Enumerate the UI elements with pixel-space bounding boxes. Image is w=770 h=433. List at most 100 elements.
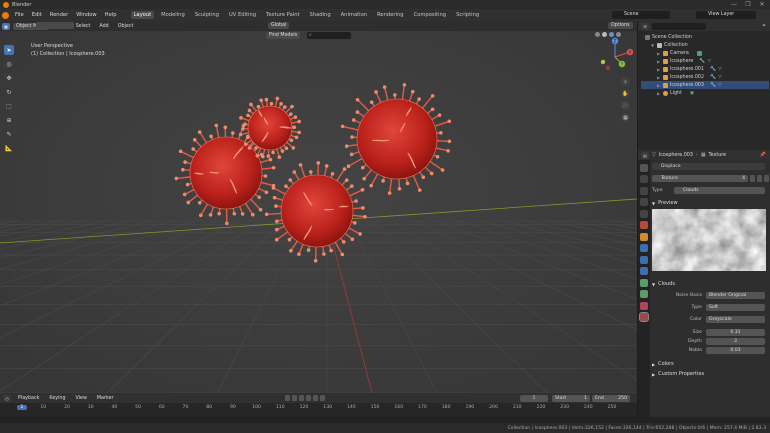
- data-tab-icon[interactable]: [640, 290, 648, 298]
- scene-tab-icon[interactable]: [640, 209, 648, 218]
- menu-help[interactable]: Help: [103, 12, 119, 18]
- tab-rendering[interactable]: Rendering: [374, 11, 407, 19]
- mesh-data-icon[interactable]: ▽: [718, 75, 722, 80]
- tool-tab-icon[interactable]: [640, 163, 648, 172]
- maximize-button[interactable]: ❐: [741, 0, 755, 9]
- modifier-wrench-icon[interactable]: 🔧: [710, 75, 716, 80]
- tab-animation[interactable]: Animation: [338, 11, 370, 19]
- tab-uv-editing[interactable]: UV Editing: [226, 11, 259, 19]
- object-tab-icon[interactable]: [640, 232, 648, 241]
- timeline-editor-icon[interactable]: ◷: [3, 394, 11, 402]
- play-reverse-icon[interactable]: [299, 395, 304, 401]
- orientation-dropdown[interactable]: Global: [268, 22, 290, 29]
- tab-layout[interactable]: Layout: [130, 11, 155, 19]
- next-keyframe-icon[interactable]: [313, 395, 318, 401]
- jump-end-icon[interactable]: [320, 395, 325, 401]
- select-tool-icon[interactable]: ➤: [4, 45, 14, 55]
- outliner-row-icosphere-002[interactable]: ▶ Icosphere.002 🔧 ▽: [641, 73, 769, 81]
- play-icon[interactable]: [306, 395, 311, 401]
- menu-file[interactable]: File: [13, 12, 26, 18]
- annotate-tool-icon[interactable]: ✎: [4, 129, 14, 139]
- outliner-search-input[interactable]: [652, 22, 706, 30]
- mesh-data-icon[interactable]: ▽: [718, 83, 722, 88]
- jump-start-icon[interactable]: [285, 395, 290, 401]
- transform-tool-icon[interactable]: ⊕: [4, 115, 14, 125]
- fake-user-icon[interactable]: [750, 175, 755, 182]
- outliner-row-camera[interactable]: ▶ Camera: [641, 49, 769, 57]
- texture-user-dropdown[interactable]: Displace: [652, 163, 765, 170]
- modifier-wrench-icon[interactable]: 🔧: [699, 59, 705, 64]
- outliner-editor-icon[interactable]: ☰: [641, 22, 649, 30]
- material-tab-icon[interactable]: [640, 301, 648, 310]
- properties-editor-icon[interactable]: ▤: [641, 151, 649, 159]
- 3d-viewport[interactable]: ▦ Object Mode View Select Add Object Glo…: [0, 21, 637, 393]
- texture-datablock-field[interactable]: Texture 4: [652, 175, 748, 182]
- tab-shading[interactable]: Shading: [307, 11, 334, 19]
- output-tab-icon[interactable]: [640, 186, 648, 195]
- editor-type-icon[interactable]: ▦: [2, 22, 10, 30]
- timeline-ruler[interactable]: 1 10 20 30 40 50 60 70 80 90 100 110 120 130 140 150 160…: [0, 404, 637, 412]
- render-tab-icon[interactable]: [640, 175, 648, 183]
- viewport-canvas[interactable]: [0, 21, 637, 393]
- expand-icon[interactable]: ▼: [651, 43, 655, 48]
- grid-view-icon[interactable]: ▦: [621, 113, 630, 122]
- tab-modeling[interactable]: Modeling: [158, 11, 188, 19]
- preview-section-header[interactable]: ▼ Preview: [652, 200, 678, 206]
- options-dropdown[interactable]: Options: [608, 22, 633, 29]
- menu-select[interactable]: Select: [73, 23, 94, 30]
- search-input[interactable]: [307, 32, 351, 39]
- view-layer-tab-icon[interactable]: [640, 198, 648, 206]
- outliner-row-icosphere-001[interactable]: ▶ Icosphere.001 🔧 ▽: [641, 65, 769, 73]
- outliner-row-icosphere[interactable]: ▶ Icosphere 🔧 ▽: [641, 57, 769, 65]
- selection-mode-buttons[interactable]: [36, 22, 74, 29]
- noise-basis-dropdown[interactable]: Blender Original: [706, 292, 765, 299]
- navigation-gizmo[interactable]: X Z Y: [598, 37, 636, 77]
- unlink-icon[interactable]: [764, 175, 769, 182]
- scale-tool-icon[interactable]: ⬚: [4, 101, 14, 111]
- texture-type-dropdown[interactable]: Clouds: [674, 187, 765, 194]
- pin-icon[interactable]: 📌: [760, 152, 766, 158]
- nabla-field[interactable]: 0.03: [706, 347, 765, 354]
- menu-window[interactable]: Window: [74, 12, 98, 18]
- filter-icon[interactable]: ⏷: [762, 23, 766, 29]
- tab-sculpting[interactable]: Sculpting: [192, 11, 222, 19]
- zoom-icon[interactable]: ⌕: [621, 77, 630, 86]
- outliner-row-collection[interactable]: ▼ Collection: [641, 41, 769, 49]
- colors-section-header[interactable]: ▶ Colors: [652, 361, 674, 367]
- size-field[interactable]: 0.31: [706, 329, 765, 336]
- blender-menu-icon[interactable]: [2, 11, 9, 19]
- clouds-section-header[interactable]: ▼ Clouds: [652, 281, 675, 287]
- end-frame-field[interactable]: End 250: [592, 395, 630, 402]
- tab-scripting[interactable]: Scripting: [453, 11, 482, 19]
- minimize-button[interactable]: —: [727, 0, 741, 9]
- noise-type-dropdown[interactable]: Soft: [706, 304, 765, 311]
- menu-edit[interactable]: Edit: [30, 12, 44, 18]
- outliner-row-icosphere-003[interactable]: ▶ Icosphere.003 🔧 ▽: [641, 81, 769, 89]
- current-frame-field[interactable]: 1: [520, 395, 548, 402]
- start-frame-field[interactable]: Start 1: [552, 395, 590, 402]
- mesh-data-icon[interactable]: ▽: [707, 59, 711, 64]
- physics-tab-icon[interactable]: [640, 267, 648, 275]
- new-texture-icon[interactable]: [757, 175, 762, 182]
- tab-compositing[interactable]: Compositing: [411, 11, 450, 19]
- camera-view-icon[interactable]: 🎥: [621, 101, 630, 110]
- close-button[interactable]: ✕: [755, 0, 769, 9]
- rotate-tool-icon[interactable]: ↻: [4, 87, 14, 97]
- tab-texture-paint[interactable]: Texture Paint: [263, 11, 302, 19]
- texture-tab-icon-active[interactable]: [639, 312, 649, 322]
- mesh-data-icon[interactable]: ▽: [718, 67, 722, 72]
- menu-view-timeline[interactable]: View: [73, 395, 90, 402]
- modifiers-tab-icon[interactable]: [640, 244, 648, 252]
- menu-playback[interactable]: Playback: [15, 395, 42, 402]
- menu-add[interactable]: Add: [96, 23, 111, 30]
- outliner-row-light[interactable]: ▶ Light ◉: [641, 89, 769, 97]
- camera-data-icon[interactable]: [696, 50, 702, 56]
- find-models-dropdown[interactable]: Find Models: [266, 32, 301, 39]
- menu-keying[interactable]: Keying: [46, 395, 68, 402]
- menu-render[interactable]: Render: [48, 12, 70, 18]
- modifier-wrench-icon[interactable]: 🔧: [710, 67, 716, 72]
- view-layer-selector[interactable]: View Layer: [696, 11, 756, 19]
- measure-tool-icon[interactable]: 📐: [4, 143, 14, 153]
- pan-hand-icon[interactable]: ✋: [621, 89, 630, 98]
- world-tab-icon[interactable]: [640, 221, 648, 229]
